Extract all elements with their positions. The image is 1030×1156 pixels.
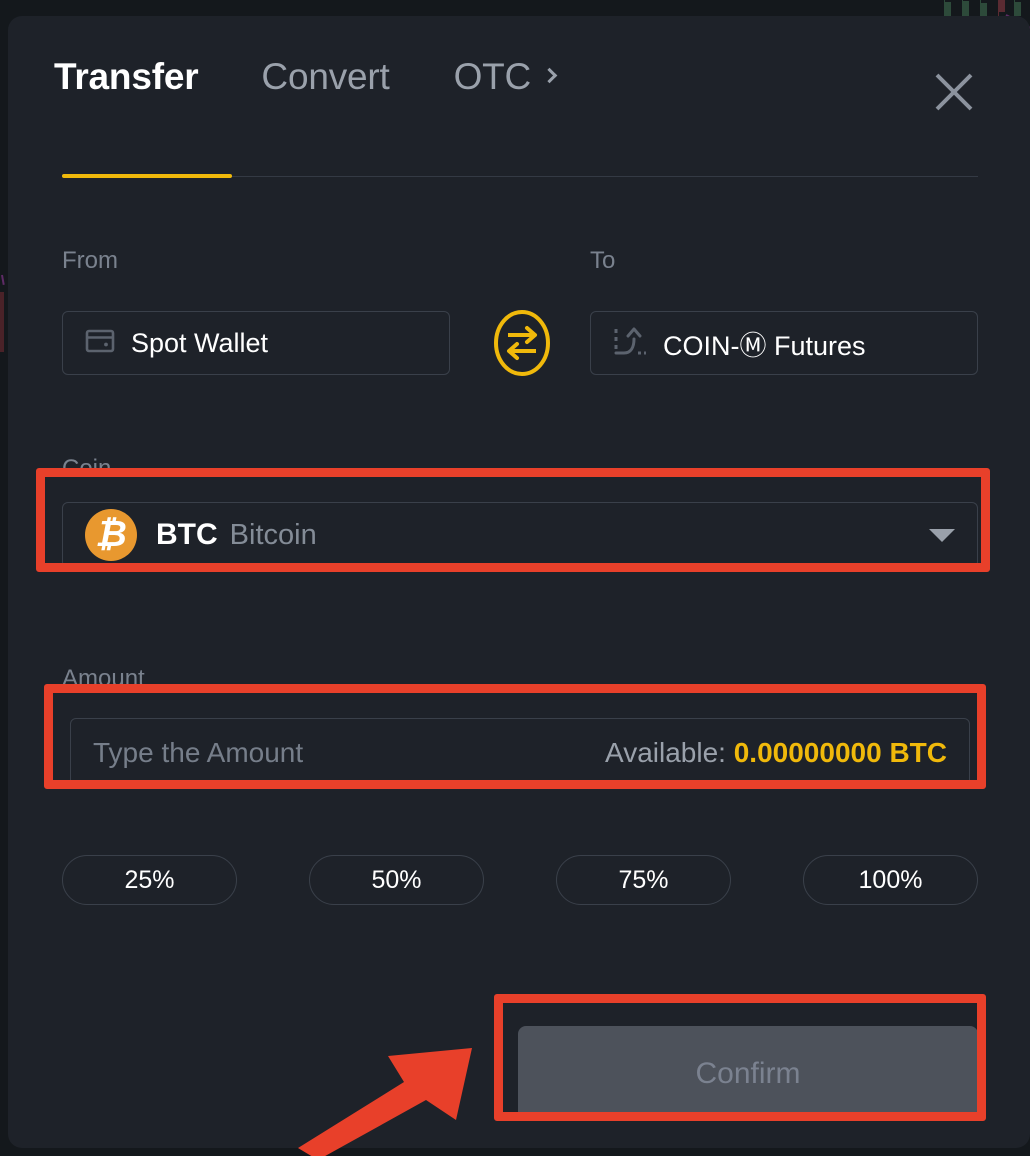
- percent-button-75[interactable]: 75%: [556, 855, 731, 905]
- tab-otc[interactable]: OTC: [453, 56, 558, 98]
- coin-ticker: BTC: [156, 518, 218, 551]
- chevron-right-icon: [541, 67, 558, 83]
- from-label: From: [62, 247, 118, 274]
- tab-otc-label: OTC: [453, 56, 532, 97]
- futures-trend-icon: [613, 325, 647, 362]
- tab-transfer[interactable]: Transfer: [54, 56, 199, 98]
- amount-input[interactable]: [93, 736, 606, 769]
- close-icon[interactable]: [932, 70, 976, 114]
- from-wallet-value: Spot Wallet: [131, 327, 269, 358]
- percent-button-50[interactable]: 50%: [309, 855, 484, 905]
- coin-name: Bitcoin: [229, 518, 317, 551]
- available-balance: Available: 0.00000000 BTC: [605, 737, 947, 769]
- to-label: To: [590, 247, 616, 274]
- to-wallet-select[interactable]: COIN-Ⓜ Futures: [590, 311, 978, 375]
- confirm-button[interactable]: Confirm: [518, 1026, 978, 1121]
- tab-convert[interactable]: Convert: [261, 56, 389, 98]
- bitcoin-logo-icon: ₿: [85, 509, 137, 561]
- transfer-modal: Transfer Convert OTC From Spot Wallet To…: [8, 16, 1030, 1148]
- amount-field[interactable]: Available: 0.00000000 BTC: [70, 718, 970, 787]
- active-tab-indicator: [62, 174, 232, 178]
- percent-button-100[interactable]: 100%: [803, 855, 978, 905]
- available-value: 0.00000000 BTC: [733, 736, 947, 768]
- coin-label: Coin: [62, 455, 112, 482]
- from-wallet-select[interactable]: Spot Wallet: [62, 311, 450, 375]
- modal-tabbar: Transfer Convert OTC: [54, 56, 558, 98]
- percent-button-25[interactable]: 25%: [62, 855, 237, 905]
- coin-select[interactable]: ₿ BTC Bitcoin: [62, 502, 978, 568]
- to-wallet-value: COIN-Ⓜ Futures: [663, 330, 866, 361]
- swap-arrows-icon[interactable]: [492, 309, 552, 377]
- amount-label: Amount: [62, 665, 145, 692]
- available-label: Available:: [605, 736, 726, 768]
- wallet-icon: [85, 328, 115, 359]
- percent-row: 25% 50% 75% 100%: [62, 855, 978, 905]
- caret-down-icon: [929, 528, 955, 542]
